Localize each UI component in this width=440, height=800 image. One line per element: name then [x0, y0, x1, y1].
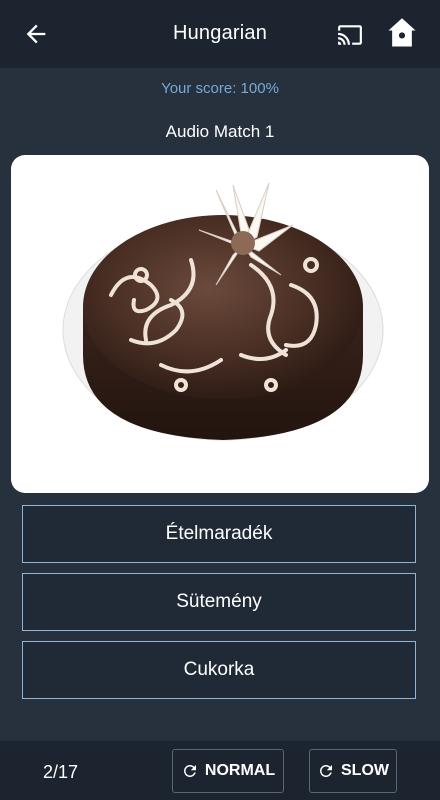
- replay-icon: [183, 765, 196, 777]
- answer-option-2[interactable]: Sütemény: [22, 573, 416, 631]
- normal-label: NORMAL: [204, 762, 276, 779]
- bottom-bar: 2/17 NORMAL SLOW: [0, 741, 440, 800]
- progress-counter: 2/17: [43, 762, 79, 782]
- slow-label: SLOW: [341, 762, 389, 779]
- score-text: Your score: 100%: [161, 80, 279, 97]
- page-title: Hungarian: [172, 22, 268, 44]
- home-icon[interactable]: [387, 17, 417, 49]
- cast-icon[interactable]: [336, 22, 364, 48]
- top-app-bar: Hungarian: [0, 0, 440, 68]
- answer-option-3[interactable]: Cukorka: [22, 641, 416, 699]
- play-normal-button[interactable]: NORMAL: [172, 749, 284, 793]
- cake-illustration: [62, 182, 384, 441]
- exercise-title: Audio Match 1: [165, 122, 275, 141]
- play-slow-button[interactable]: SLOW: [309, 749, 397, 793]
- cake-image: [11, 155, 429, 493]
- replay-icon: [319, 765, 332, 777]
- answer-option-1[interactable]: Ételmaradék: [22, 505, 416, 563]
